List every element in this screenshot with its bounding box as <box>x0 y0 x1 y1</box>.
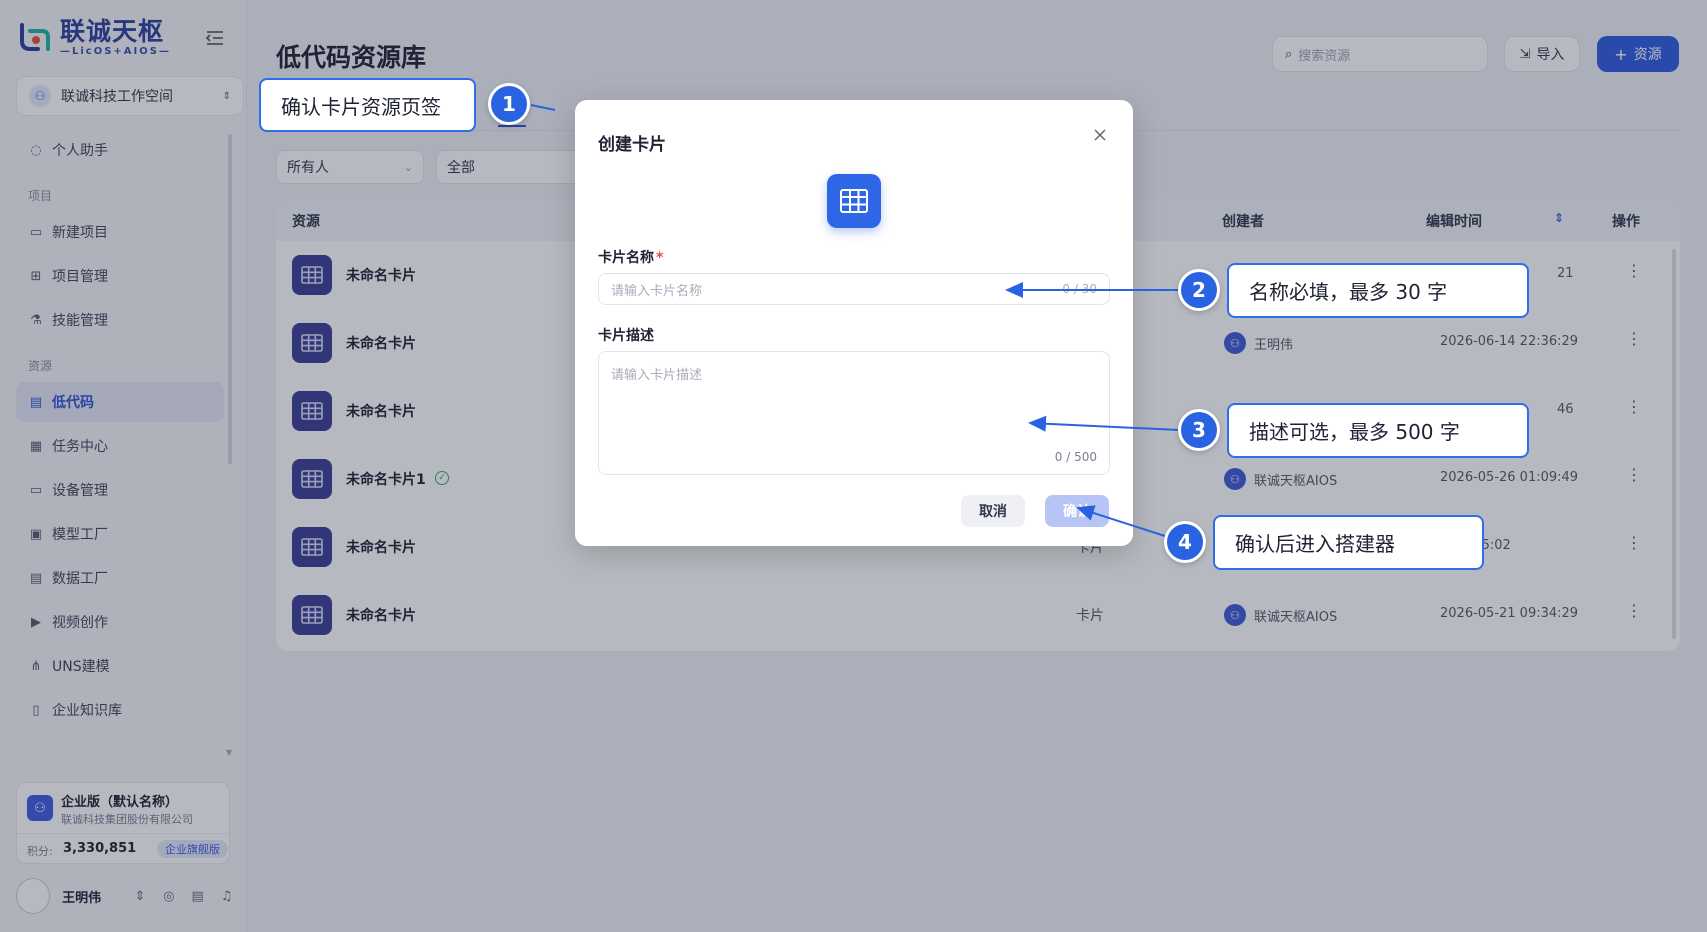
card-type-icon <box>827 174 881 228</box>
card-desc-counter: 0 / 500 <box>1054 450 1097 464</box>
card-name-label: 卡片名称 * <box>598 247 663 267</box>
card-desc-placeholder: 请输入卡片描述 <box>611 368 703 383</box>
required-mark: * <box>656 250 664 266</box>
table-grid-icon <box>840 189 868 213</box>
card-name-label-text: 卡片名称 <box>598 250 654 266</box>
create-card-dialog: 创建卡片 卡片名称 * 请输入卡片名称 0 / 30 卡片描述 请输入卡片描述 0… <box>575 100 1133 546</box>
step-badge-2: 2 <box>1178 269 1220 311</box>
step-badge-4: 4 <box>1164 521 1206 563</box>
step-badge-1: 1 <box>488 83 530 125</box>
card-desc-label: 卡片描述 <box>598 328 654 344</box>
dialog-title: 创建卡片 <box>598 135 666 155</box>
confirm-button[interactable]: 确认 <box>1045 495 1109 527</box>
card-name-placeholder: 请输入卡片名称 <box>611 283 703 299</box>
card-description-field[interactable]: 请输入卡片描述 0 / 500 <box>598 351 1110 475</box>
callout-3: 描述可选，最多 500 字 <box>1227 403 1529 458</box>
callout-1: 确认卡片资源页签 <box>259 78 476 132</box>
callout-4: 确认后进入搭建器 <box>1213 515 1484 570</box>
cancel-button[interactable]: 取消 <box>961 495 1025 527</box>
close-icon[interactable] <box>1089 124 1111 146</box>
callout-2: 名称必填，最多 30 字 <box>1227 263 1529 318</box>
card-name-counter: 0 / 30 <box>1062 282 1097 296</box>
step-badge-3: 3 <box>1178 409 1220 451</box>
card-name-field[interactable]: 请输入卡片名称 0 / 30 <box>598 273 1110 305</box>
